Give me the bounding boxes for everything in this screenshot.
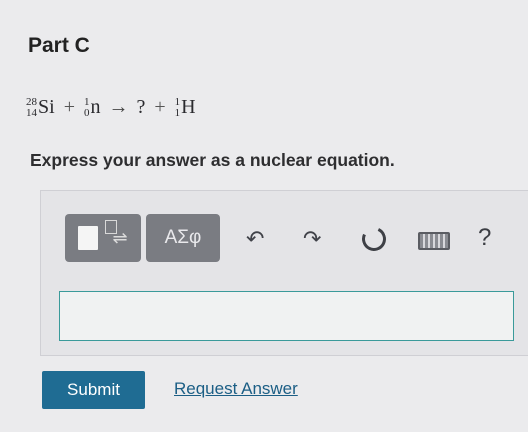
atomic-number: 0: [83, 106, 90, 119]
templates-icon: [78, 220, 118, 250]
unknown-product: ?: [136, 96, 146, 118]
request-answer-link[interactable]: Request Answer: [174, 379, 298, 399]
mass-number: 1: [83, 95, 90, 108]
plus-sign: +: [63, 96, 75, 118]
mass-number: 1: [174, 95, 181, 108]
element-symbol: n: [90, 96, 101, 118]
mass-number: 28: [26, 95, 37, 108]
templates-button[interactable]: ⇌: [65, 214, 141, 262]
reaction-arrow: →: [108, 96, 129, 118]
greek-symbols-button[interactable]: ΑΣφ: [146, 214, 220, 262]
submit-button[interactable]: Submit: [42, 371, 145, 409]
nuclide-silicon: 28 14 Si: [26, 96, 55, 119]
element-symbol: Si: [38, 96, 55, 118]
help-button[interactable]: ?: [478, 224, 491, 252]
redo-icon[interactable]: ↷: [303, 228, 321, 250]
atomic-number: 1: [174, 106, 181, 119]
nuclear-equation: 28 14 Si + 1 0 n → ? + 1 1 H: [26, 96, 196, 119]
answer-input[interactable]: [59, 291, 514, 341]
nuclide-neutron: 1 0 n: [84, 96, 101, 119]
atomic-number: 14: [26, 106, 37, 119]
instruction-text: Express your answer as a nuclear equatio…: [30, 150, 395, 170]
keyboard-icon[interactable]: [418, 232, 450, 250]
plus-sign: +: [154, 96, 166, 118]
part-title: Part C: [28, 34, 90, 57]
nuclide-hydrogen: 1 1 H: [175, 96, 196, 119]
element-symbol: H: [181, 96, 196, 118]
undo-icon[interactable]: ↶: [246, 228, 264, 250]
